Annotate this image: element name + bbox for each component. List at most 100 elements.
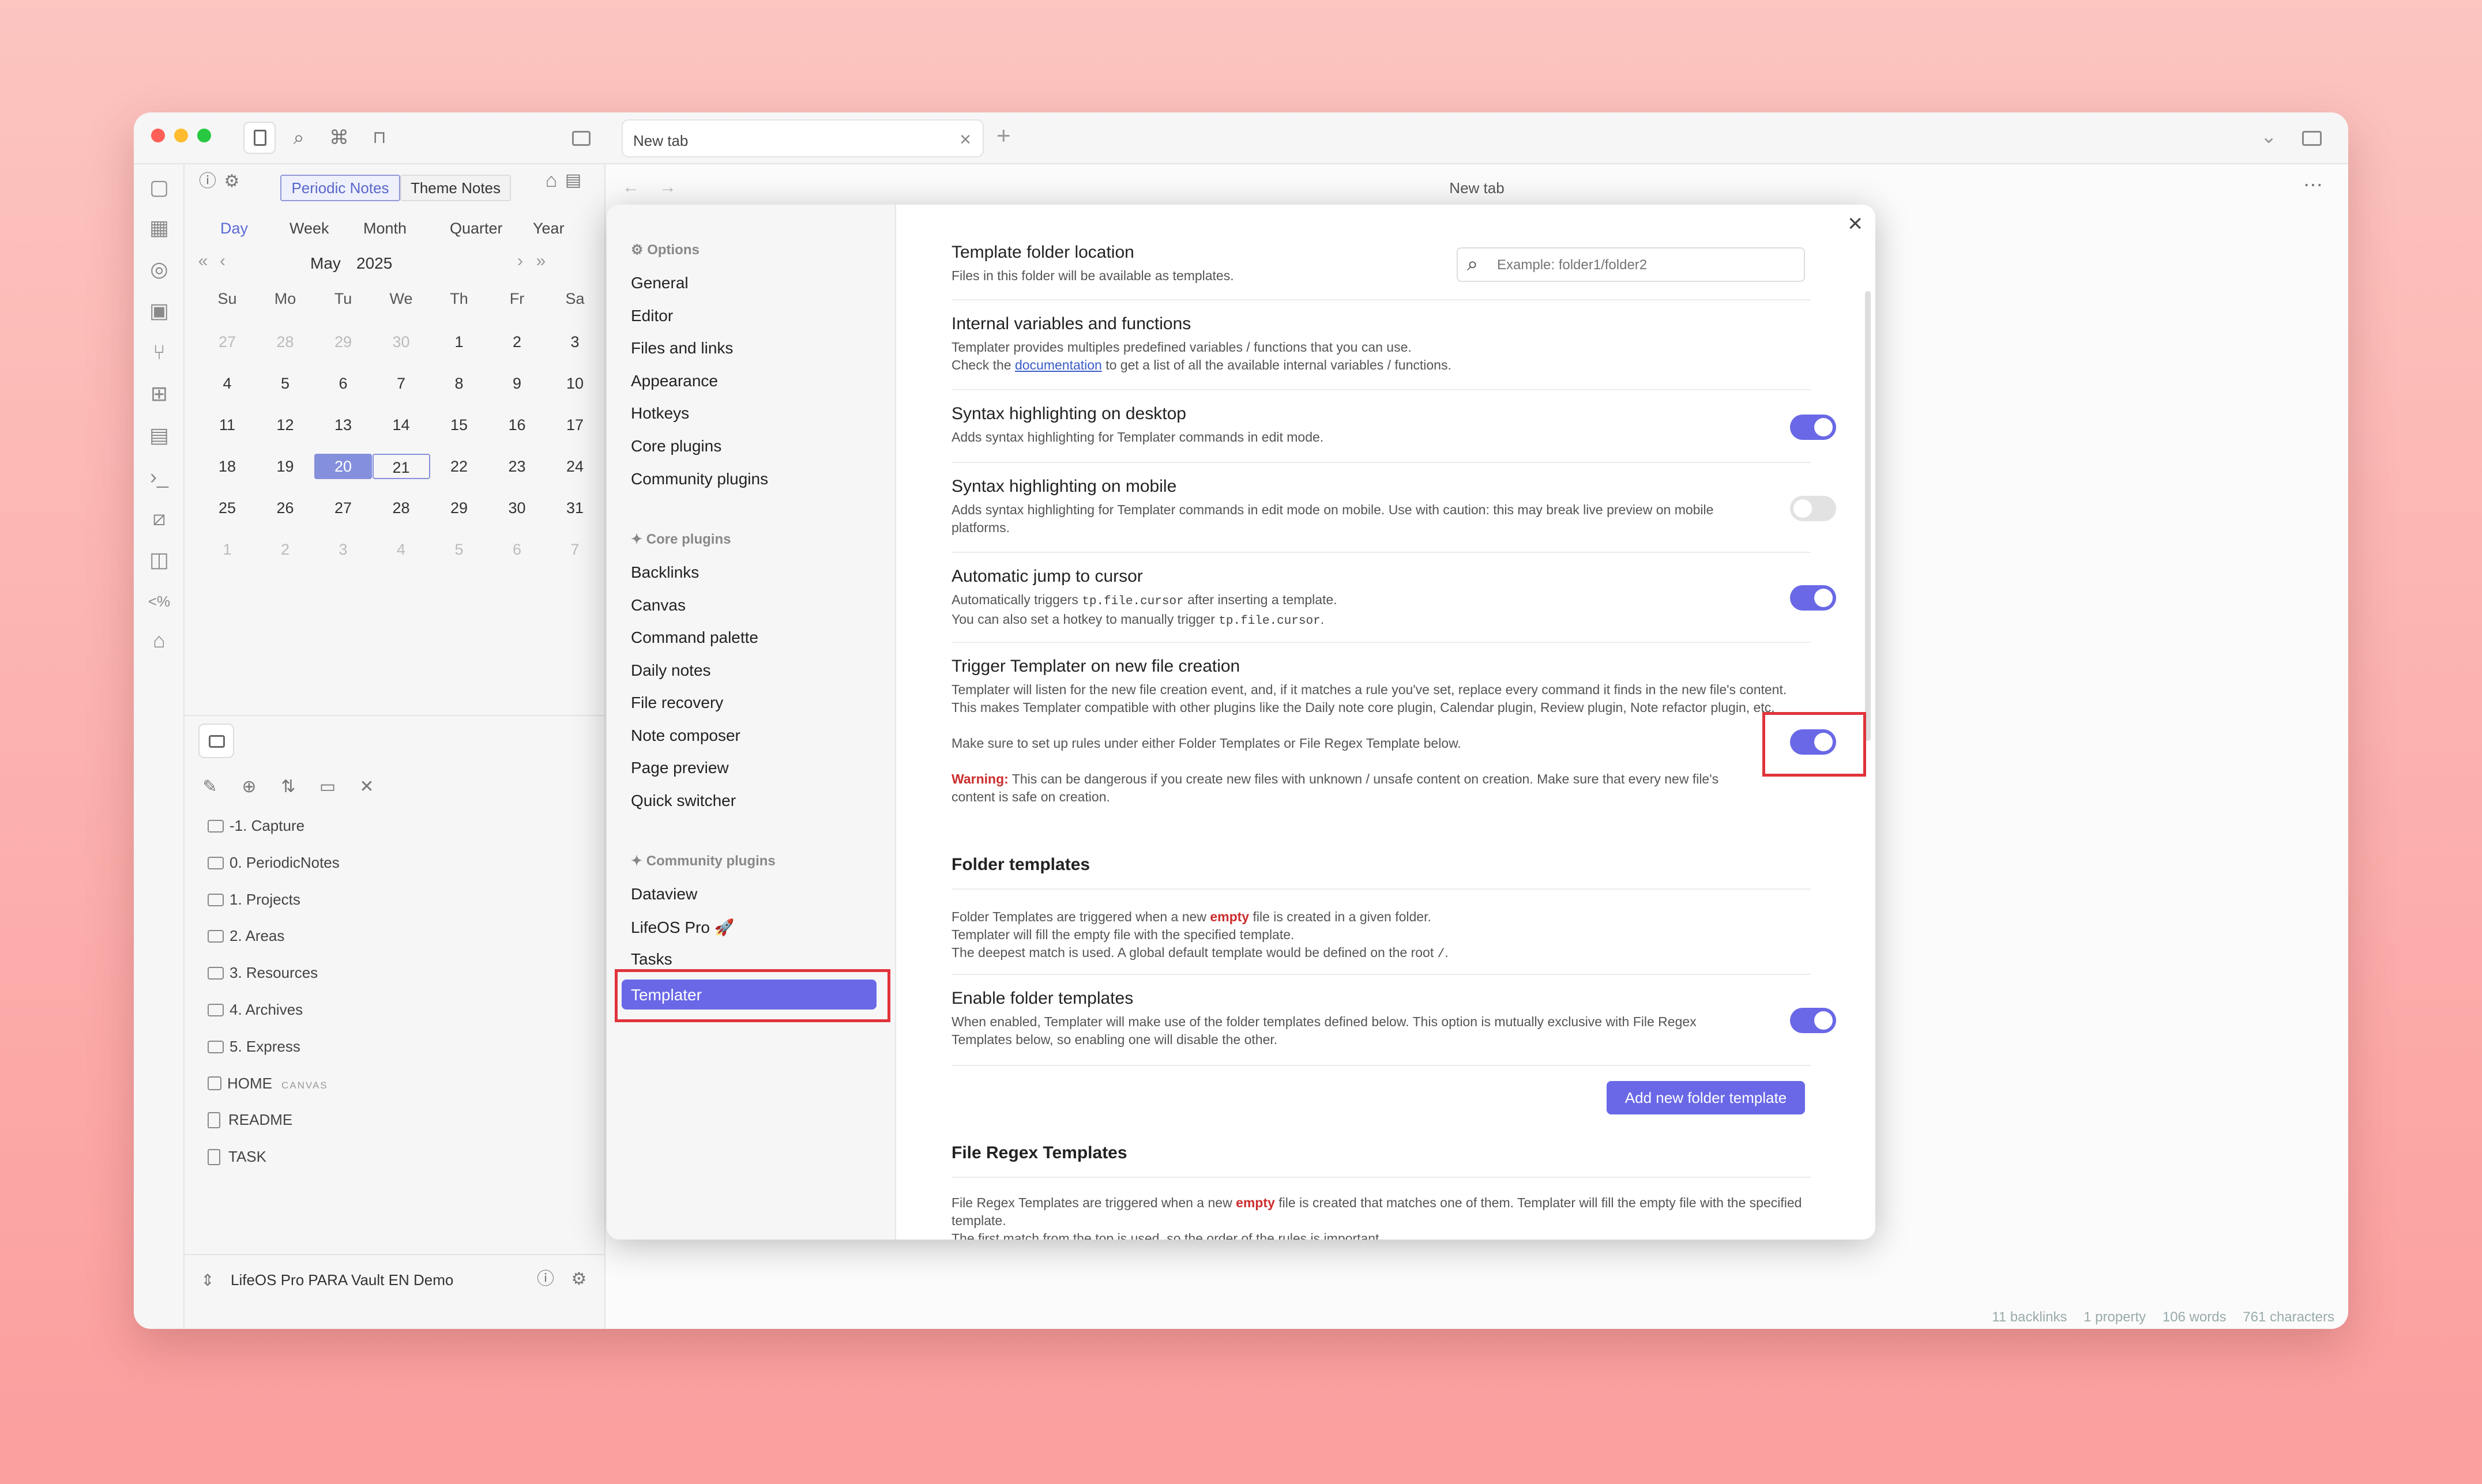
calendar-day[interactable]: 2 [257,537,314,562]
calendar-day[interactable]: 30 [488,495,546,521]
graph-icon[interactable]: ⑂ [148,341,171,364]
calendar-day[interactable]: 15 [430,412,488,438]
tab-theme-notes[interactable]: Theme Notes [400,175,511,201]
calendar-day[interactable]: 7 [373,371,430,396]
gear-icon[interactable]: ⚙ [220,170,243,193]
status-backlinks[interactable]: 11 backlinks [1992,1309,2067,1325]
new-tab-button[interactable]: + [996,122,1011,149]
file-tree-item[interactable]: 3. Resources [208,964,318,982]
calendar-day[interactable]: 20 [314,454,372,479]
collapse-all-icon[interactable]: ✕ [355,775,378,799]
period-tab-week[interactable]: Week [289,220,329,238]
calendar-day[interactable]: 7 [546,537,604,562]
new-folder-icon[interactable]: ⊕ [238,775,261,799]
calendar-day[interactable]: 27 [198,329,256,355]
next-year-icon[interactable]: » [529,250,552,273]
settings-nav-command-palette[interactable]: Command palette [631,628,758,647]
calendar-day[interactable]: 26 [257,495,314,521]
settings-nav-quick-switcher[interactable]: Quick switcher [631,792,736,810]
close-window-button[interactable] [151,129,165,142]
calendar-day[interactable]: 6 [488,537,546,562]
calendar-day[interactable]: 11 [198,412,256,438]
calendar-day[interactable]: 9 [488,371,546,396]
bookmark-icon[interactable]: ⊓ [368,126,391,149]
settings-nav-editor[interactable]: Editor [631,307,673,325]
calendar-day[interactable]: 1 [198,537,256,562]
chevron-down-icon[interactable]: ⌄ [2261,125,2277,148]
auto-reveal-icon[interactable]: ▭ [316,775,339,799]
settings-nav-dataview[interactable]: Dataview [631,885,697,903]
tab-close-icon[interactable]: × [960,129,971,151]
calendar-day[interactable]: 5 [257,371,314,396]
settings-nav-page-preview[interactable]: Page preview [631,759,729,777]
settings-nav-community-plugins[interactable]: Community plugins [631,470,768,488]
search-icon[interactable]: ⌕ [287,126,310,149]
toggle-enable-folder-templates[interactable] [1790,1008,1836,1033]
calendar-day[interactable]: 19 [257,454,314,479]
home-icon[interactable]: ⌂ [148,629,171,652]
toggle-auto-jump[interactable] [1790,585,1836,611]
calendar-day[interactable]: 27 [314,495,372,521]
calendar-icon[interactable]: ▤ [148,424,171,447]
calendar-day[interactable]: 13 [314,412,372,438]
add-folder-template-button[interactable]: Add new folder template [1607,1081,1805,1114]
settings-nav-core-plugins[interactable]: Core plugins [631,437,721,455]
file-tree-item[interactable]: HOME CANVAS [208,1075,328,1093]
close-modal-button[interactable]: × [1848,209,1863,238]
calendar-day[interactable]: 17 [546,412,604,438]
toggle-syntax-desktop[interactable] [1790,415,1836,440]
calendar-day[interactable]: 16 [488,412,546,438]
calendar-day[interactable]: 28 [373,495,430,521]
files-tab-button[interactable] [198,724,234,758]
calendar-day[interactable]: 12 [257,412,314,438]
calendar-day[interactable]: 10 [546,371,604,396]
calendar-day[interactable]: 4 [373,537,430,562]
file-tree-item[interactable]: 1. Projects [208,891,300,909]
terminal-icon[interactable]: ›_ [148,465,171,488]
calendar-day[interactable]: 3 [314,537,372,562]
prev-month-icon[interactable]: ‹ [211,250,234,273]
period-tab-quarter[interactable]: Quarter [450,220,503,238]
vault-name[interactable]: LifeOS Pro PARA Vault EN Demo [231,1271,453,1289]
documentation-link[interactable]: documentation [1015,357,1102,372]
maximize-window-button[interactable] [197,129,211,142]
calendar-day[interactable]: 3 [546,329,604,355]
next-month-icon[interactable]: › [509,250,532,273]
template-folder-search[interactable]: ⌕ [1457,247,1805,282]
layout-icon[interactable]: ◫ [148,548,171,571]
calendar-day[interactable]: 30 [373,329,430,355]
calendar-day[interactable]: 28 [257,329,314,355]
calendar-day[interactable]: 4 [198,371,256,396]
settings-nav-file-recovery[interactable]: File recovery [631,694,723,712]
help-icon[interactable]: ⓘ [196,170,219,193]
check-circle-icon[interactable]: ◎ [148,258,171,281]
calendar-day[interactable]: 5 [430,537,488,562]
settings-nav-lifeos-pro[interactable]: LifeOS Pro 🚀 [631,918,735,937]
file-explorer-tab-button[interactable] [243,122,276,154]
calendar-day[interactable]: 31 [546,495,604,521]
calendar-day[interactable]: 24 [546,454,604,479]
period-tab-year[interactable]: Year [533,220,565,238]
vault-switch-icon[interactable]: ⇕ [196,1269,219,1292]
settings-nav-general[interactable]: General [631,274,689,292]
box-slash-icon[interactable]: ⧄ [148,507,171,530]
gear-icon[interactable]: ⚙ [567,1268,591,1291]
minimize-window-button[interactable] [174,129,188,142]
sidebar-toggle-icon[interactable] [572,131,591,146]
file-tree-item[interactable]: 2. Areas [208,927,284,945]
tag-icon[interactable]: ⌘ [328,126,351,149]
template-folder-input[interactable] [1497,254,1797,276]
more-options-icon[interactable]: ⋯ [2303,174,2323,197]
calendar-day[interactable]: 21 [372,454,430,479]
settings-nav-daily-notes[interactable]: Daily notes [631,661,711,680]
calendar-day[interactable]: 6 [314,371,372,396]
help-icon[interactable]: ⓘ [534,1268,557,1291]
calendar-day[interactable]: 2 [488,329,546,355]
new-note-icon[interactable]: ▢ [148,176,171,199]
calendar-icon[interactable]: ▤ [562,169,585,192]
settings-nav-canvas[interactable]: Canvas [631,596,686,615]
settings-nav-tasks[interactable]: Tasks [631,950,672,969]
calendar-day[interactable]: 14 [373,412,430,438]
toggle-syntax-mobile[interactable] [1790,496,1836,521]
file-tree-item[interactable]: 4. Archives [208,1001,303,1019]
